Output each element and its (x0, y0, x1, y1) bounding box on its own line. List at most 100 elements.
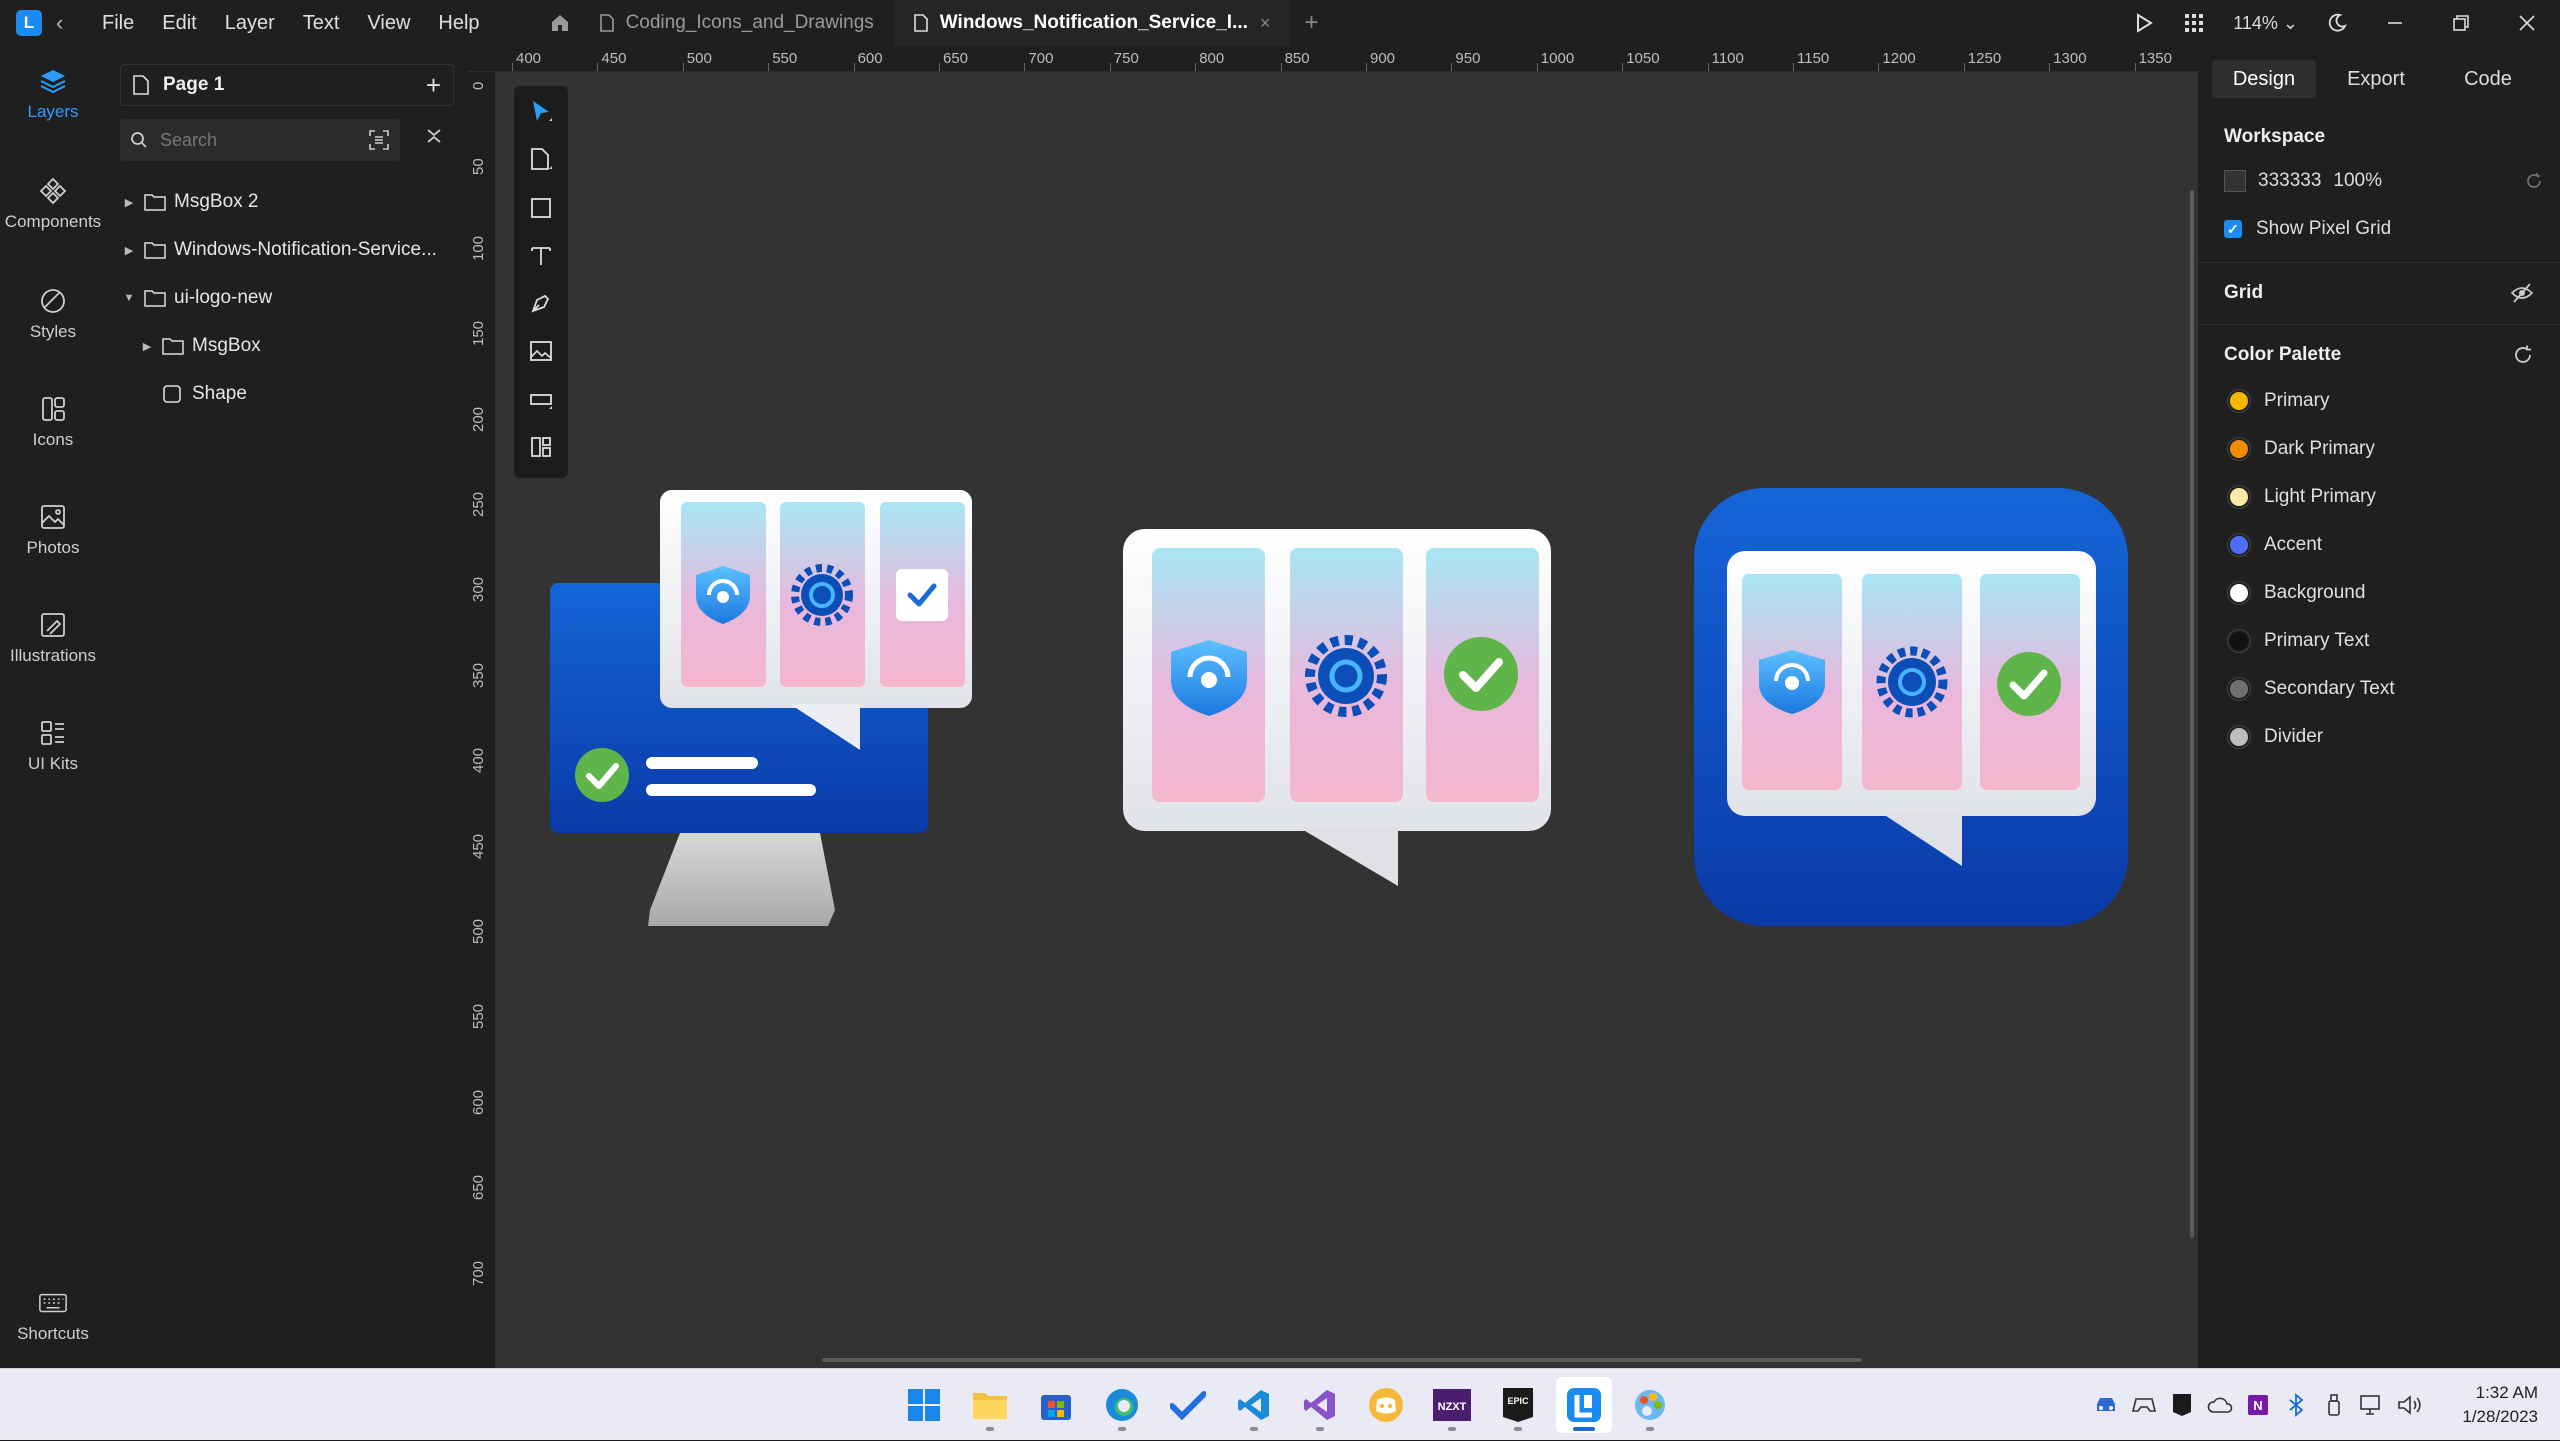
epic-games-icon[interactable]: EPIC (1490, 1377, 1546, 1433)
rail-ui-kits[interactable]: UI Kits (0, 718, 106, 774)
refresh-icon[interactable] (2512, 344, 2534, 366)
palette-item-primary[interactable]: Primary (2228, 390, 2329, 412)
palette-item-light-primary[interactable]: Light Primary (2228, 486, 2376, 508)
caret-right-icon[interactable]: ▶ (140, 340, 154, 353)
ruler-tick-label: 1250 (1967, 50, 2002, 67)
menu-file[interactable]: File (88, 12, 148, 35)
color-dot (2228, 678, 2250, 700)
eye-hidden-icon[interactable] (2510, 282, 2534, 304)
tab-export[interactable]: Export (2324, 60, 2428, 98)
nzxt-icon[interactable]: NZXT (1424, 1377, 1480, 1433)
minimize-icon[interactable] (2362, 14, 2428, 32)
rail-illustrations[interactable]: Illustrations (0, 610, 106, 666)
gamepad-icon[interactable] (2130, 1391, 2158, 1419)
tab-windows-notification[interactable]: Windows_Notification_Service_I... × (893, 0, 1291, 46)
palette-item-divider[interactable]: Divider (2228, 726, 2323, 748)
lunacy-icon[interactable] (1556, 1377, 1612, 1433)
layer-row[interactable]: ▼ ui-logo-new (106, 278, 468, 318)
rail-layers[interactable]: Layers (0, 66, 106, 122)
onenote-icon[interactable]: N (2244, 1391, 2272, 1419)
edge-icon[interactable] (1094, 1377, 1150, 1433)
tab-coding-icons[interactable]: Coding_Icons_and_Drawings (580, 0, 894, 46)
start-icon[interactable] (896, 1377, 952, 1433)
epic-tray-icon[interactable] (2168, 1391, 2196, 1419)
menu-view[interactable]: View (353, 12, 424, 35)
workspace-color-swatch[interactable] (2224, 170, 2246, 192)
menu-help[interactable]: Help (424, 12, 493, 35)
rail-icons[interactable]: Icons (0, 394, 106, 450)
image-tool-icon[interactable] (514, 332, 568, 372)
canvas[interactable] (496, 72, 2198, 1368)
palette-item-accent[interactable]: Accent (2228, 534, 2322, 556)
visual-studio-icon[interactable] (1292, 1377, 1348, 1433)
apps-grid-icon[interactable] (2169, 13, 2219, 33)
search-input[interactable] (160, 129, 340, 151)
layer-row[interactable]: ▶ Windows-Notification-Service... (106, 230, 468, 270)
svg-text:EPIC: EPIC (1507, 1396, 1529, 1406)
rectangle-tool-icon[interactable] (514, 188, 568, 228)
palette-item-background[interactable]: Background (2228, 582, 2365, 604)
workspace-color-hex[interactable]: 333333 (2258, 170, 2321, 192)
app-logo-icon[interactable]: L (16, 10, 42, 36)
app-tile-notification-icon[interactable] (1694, 488, 2128, 926)
file-explorer-icon[interactable] (962, 1377, 1018, 1433)
layer-row[interactable]: ▶ MsgBox 2 (106, 182, 468, 222)
rail-styles[interactable]: Styles (0, 286, 106, 342)
restore-icon[interactable] (2428, 14, 2494, 32)
page-selector[interactable]: Page 1 + (120, 64, 454, 106)
menu-edit[interactable]: Edit (148, 12, 210, 35)
pen-tool-icon[interactable] (514, 284, 568, 324)
layer-row[interactable]: ▶ MsgBox (106, 326, 468, 366)
workspace-opacity[interactable]: 100% (2333, 170, 2382, 192)
menu-layer[interactable]: Layer (211, 12, 289, 35)
usb-icon[interactable] (2320, 1391, 2348, 1419)
frame-tool-icon[interactable] (514, 140, 568, 180)
rail-photos[interactable]: Photos (0, 502, 106, 558)
text-tool-icon[interactable] (514, 236, 568, 276)
caret-down-icon[interactable]: ▼ (122, 292, 136, 304)
clock[interactable]: 1:32 AM 1/28/2023 (2462, 1381, 2538, 1429)
vertical-scrollbar[interactable] (2190, 190, 2194, 1238)
speech-bubble-notification-icon[interactable] (1123, 529, 1551, 886)
palette-item-dark-primary[interactable]: Dark Primary (2228, 438, 2375, 460)
volume-icon[interactable] (2396, 1391, 2424, 1419)
caret-right-icon[interactable]: ▶ (122, 196, 136, 209)
onedrive-icon[interactable] (2206, 1391, 2234, 1419)
store-icon[interactable] (1028, 1377, 1084, 1433)
vscode-icon[interactable] (1226, 1377, 1282, 1433)
layer-row[interactable]: Shape (106, 374, 468, 414)
rail-components[interactable]: Components (0, 176, 106, 232)
palette-item-primary-text[interactable]: Primary Text (2228, 630, 2369, 652)
components-tool-icon[interactable] (514, 428, 568, 468)
close-window-icon[interactable] (2494, 14, 2560, 32)
rail-shortcuts[interactable]: Shortcuts (0, 1288, 106, 1344)
play-icon[interactable] (2119, 13, 2169, 33)
add-tab-icon[interactable]: + (1304, 9, 1318, 37)
caret-right-icon[interactable]: ▶ (122, 244, 136, 257)
monitor-notification-icon[interactable] (550, 490, 972, 926)
checkbox-checked-icon[interactable]: ✓ (2224, 220, 2242, 238)
palette-item-secondary-text[interactable]: Secondary Text (2228, 678, 2395, 700)
back-arrow-icon[interactable]: ‹ (56, 10, 74, 36)
car-icon[interactable] (2092, 1391, 2120, 1419)
discord-icon[interactable] (1358, 1377, 1414, 1433)
tab-code[interactable]: Code (2436, 60, 2540, 98)
collapse-all-icon[interactable] (424, 126, 444, 152)
bluetooth-icon[interactable] (2282, 1391, 2310, 1419)
network-icon[interactable] (2358, 1391, 2386, 1419)
moon-icon[interactable] (2312, 13, 2362, 33)
add-page-icon[interactable]: + (426, 70, 441, 101)
input-tool-icon[interactable] (514, 380, 568, 420)
zoom-dropdown[interactable]: 114% ⌄ (2219, 13, 2312, 34)
menu-text[interactable]: Text (289, 12, 354, 35)
home-icon[interactable] (540, 13, 580, 33)
reset-icon[interactable] (2524, 171, 2544, 191)
close-tab-icon[interactable]: × (1260, 13, 1271, 34)
horizontal-scrollbar[interactable] (822, 1358, 1862, 1362)
focus-selection-icon[interactable] (368, 129, 390, 151)
select-tool-icon[interactable] (514, 92, 568, 132)
tab-design[interactable]: Design (2212, 60, 2316, 98)
todo-icon[interactable] (1160, 1377, 1216, 1433)
pixel-grid-checkbox-row[interactable]: ✓ Show Pixel Grid (2224, 218, 2391, 240)
paint-icon[interactable] (1622, 1377, 1678, 1433)
